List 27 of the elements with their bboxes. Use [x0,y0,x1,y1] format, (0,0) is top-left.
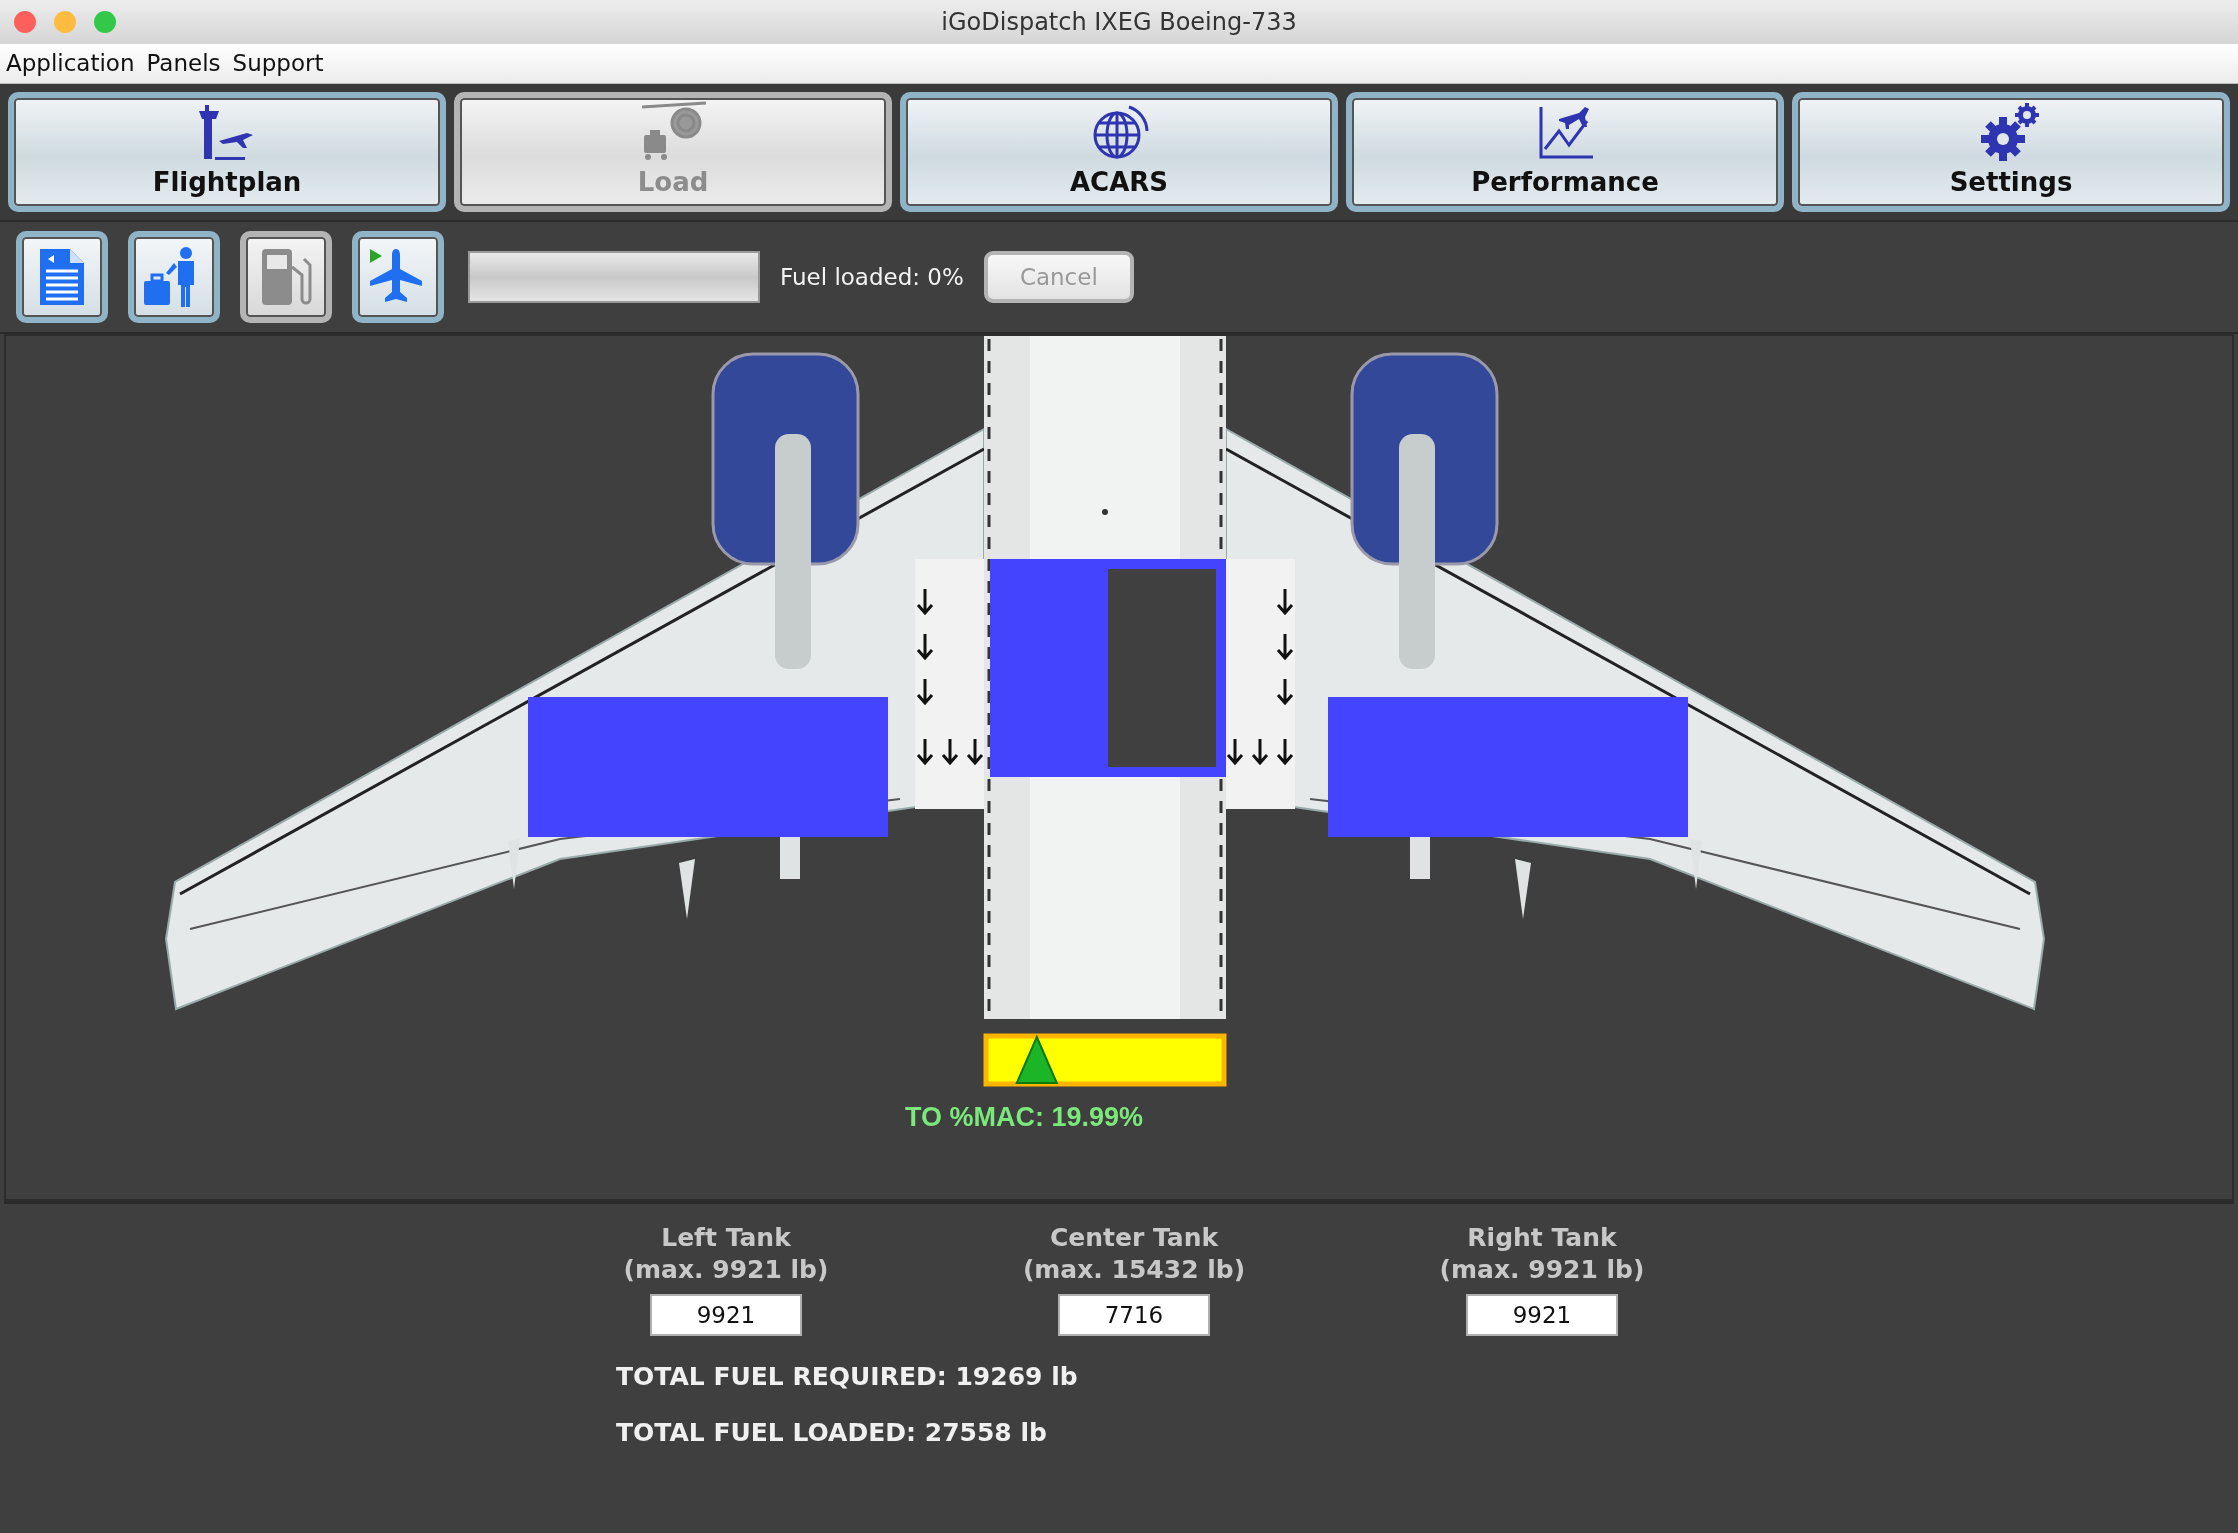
toolbar-button[interactable] [128,231,220,323]
tank-capacity: (max. 9921 lb) [623,1254,829,1286]
gears-icon [1981,103,2041,163]
tab[interactable]: ACARS [900,92,1338,212]
tab[interactable]: Performance [1346,92,1784,212]
toolbar-button[interactable] [240,231,332,323]
tank-capacity: (max. 9921 lb) [1439,1254,1645,1286]
toolbar-button[interactable] [16,231,108,323]
tank-quantity-field[interactable]: 9921 [650,1294,802,1336]
fuel-total: TOTAL FUEL REQUIRED: 19269 lb [616,1361,1079,1393]
fuel-total: TOTAL FUEL LOADED: 27558 lb [616,1416,1048,1449]
tab[interactable]: Settings [1792,92,2230,212]
menu-item[interactable]: Application [0,46,141,81]
fuel-loaded-label: Fuel loaded: 0% [780,262,964,292]
tank-name: Right Tank [1467,1222,1617,1254]
tank-name: Center Tank [1049,1222,1219,1254]
window-title: iGoDispatch IXEG Boeing-733 [941,7,1297,38]
tank-quantity-field[interactable]: 7716 [1058,1294,1210,1336]
menu-item[interactable]: Panels [140,46,227,81]
tank-name: Left Tank [661,1222,791,1254]
tab[interactable]: Flightplan [8,92,446,212]
tank-quantity-field[interactable]: 9921 [1466,1294,1618,1336]
mac-readout: TO %MAC: 19.99% [905,1102,1144,1132]
tank-capacity: (max. 15432 lb) [1022,1254,1246,1286]
document-icon [38,247,86,307]
toolbar-button[interactable] [352,231,444,323]
menu-item[interactable]: Support [226,46,330,81]
